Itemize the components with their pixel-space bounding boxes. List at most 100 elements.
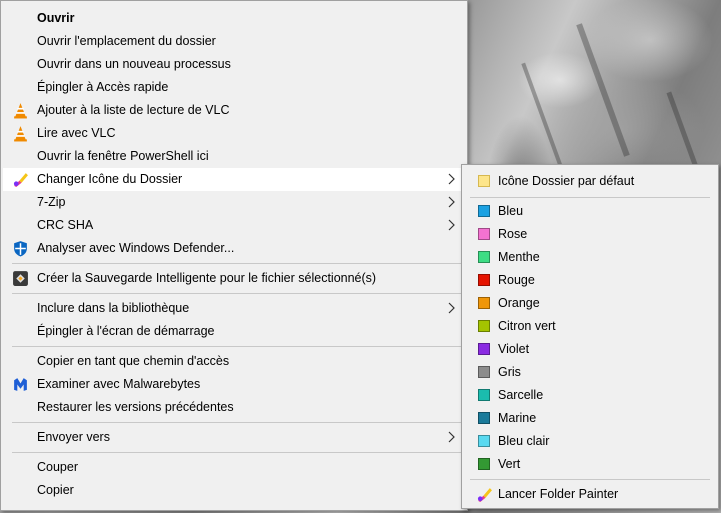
folder-color-submenu: Icône Dossier par défaut Bleu Rose Menth… (461, 164, 719, 509)
menu-item-label: 7-Zip (37, 195, 66, 209)
submenu-item-label: Violet (498, 342, 530, 356)
menu-item-label: Ouvrir la fenêtre PowerShell ici (37, 149, 209, 163)
submenu-item-label: Rouge (498, 273, 535, 287)
context-menu: Ouvrir Ouvrir l'emplacement du dossier O… (0, 0, 468, 511)
submenu-item-label: Bleu (498, 204, 524, 218)
menu-item-open-location[interactable]: Ouvrir l'emplacement du dossier (3, 30, 465, 53)
color-swatch-icon (478, 458, 490, 470)
color-swatch-icon (478, 297, 490, 309)
menu-item-ouvrir[interactable]: Ouvrir (3, 7, 465, 30)
submenu-item-label: Icône Dossier par défaut (498, 174, 635, 188)
menu-item-label: Ouvrir dans un nouveau processus (37, 57, 231, 71)
color-swatch-icon (478, 343, 490, 355)
menu-item-label: CRC SHA (37, 218, 94, 232)
menu-item-send-to[interactable]: Envoyer vers (3, 426, 465, 449)
color-swatch-icon (478, 366, 490, 378)
submenu-item-label: Citron vert (498, 319, 556, 333)
submenu-item-label: Sarcelle (498, 388, 544, 402)
menu-item-label: Lire avec VLC (37, 126, 116, 140)
submenu-item-launch-folder-painter[interactable]: Lancer Folder Painter (464, 483, 716, 506)
menu-item-7zip[interactable]: 7-Zip (3, 191, 465, 214)
menu-item-vlc-add-playlist[interactable]: Ajouter à la liste de lecture de VLC (3, 99, 465, 122)
menu-item-label: Épingler à l'écran de démarrage (37, 324, 215, 338)
menu-item-label: Copier (37, 483, 74, 497)
menu-item-label: Envoyer vers (37, 430, 110, 444)
menu-item-cut[interactable]: Couper (3, 456, 465, 479)
windows-defender-icon (14, 241, 27, 257)
submenu-color-rose[interactable]: Rose (464, 223, 716, 246)
menu-item-include-library[interactable]: Inclure dans la bibliothèque (3, 297, 465, 320)
chevron-right-icon (448, 219, 455, 231)
submenu-color-vert[interactable]: Vert (464, 453, 716, 476)
menu-item-label: Changer Icône du Dossier (37, 172, 183, 186)
menu-item-malwarebytes[interactable]: Examiner avec Malwarebytes (3, 373, 465, 396)
menu-item-powershell[interactable]: Ouvrir la fenêtre PowerShell ici (3, 145, 465, 168)
menu-item-restore-versions[interactable]: Restaurer les versions précédentes (3, 396, 465, 419)
menu-item-vlc-play[interactable]: Lire avec VLC (3, 122, 465, 145)
submenu-item-label: Marine (498, 411, 537, 425)
vlc-icon (14, 126, 27, 142)
chevron-right-icon (448, 173, 455, 185)
menu-item-change-folder-icon[interactable]: Changer Icône du Dossier (3, 168, 465, 191)
menu-item-label: Ouvrir l'emplacement du dossier (37, 34, 216, 48)
submenu-separator (470, 479, 710, 480)
submenu-color-marine[interactable]: Marine (464, 407, 716, 430)
menu-item-copy-path[interactable]: Copier en tant que chemin d'accès (3, 350, 465, 373)
color-swatch-icon (478, 435, 490, 447)
color-swatch-icon (478, 389, 490, 401)
menu-separator (12, 452, 465, 453)
submenu-item-label: Vert (498, 457, 521, 471)
submenu-color-citron-vert[interactable]: Citron vert (464, 315, 716, 338)
color-swatch-icon (478, 228, 490, 240)
malwarebytes-icon (14, 378, 27, 391)
menu-item-label: Ouvrir (37, 11, 75, 25)
folder-painter-icon (13, 173, 28, 187)
submenu-item-default-icon[interactable]: Icône Dossier par défaut (464, 170, 716, 193)
submenu-item-label: Lancer Folder Painter (498, 487, 619, 501)
submenu-color-bleu[interactable]: Bleu (464, 200, 716, 223)
chevron-right-icon (448, 431, 455, 443)
menu-item-label: Épingler à Accès rapide (37, 80, 169, 94)
color-swatch-icon (478, 412, 490, 424)
menu-item-label: Analyser avec Windows Defender... (37, 241, 235, 255)
menu-item-windows-defender[interactable]: Analyser avec Windows Defender... (3, 237, 465, 260)
color-swatch-icon (478, 205, 490, 217)
chevron-right-icon (448, 196, 455, 208)
menu-item-label: Inclure dans la bibliothèque (37, 301, 190, 315)
submenu-color-sarcelle[interactable]: Sarcelle (464, 384, 716, 407)
menu-item-pin-quick-access[interactable]: Épingler à Accès rapide (3, 76, 465, 99)
menu-item-label: Créer la Sauvegarde Intelligente pour le… (37, 271, 377, 285)
menu-item-crc-sha[interactable]: CRC SHA (3, 214, 465, 237)
menu-separator (12, 263, 465, 264)
backup-icon (13, 271, 28, 286)
menu-separator (12, 422, 465, 423)
menu-item-smart-backup[interactable]: Créer la Sauvegarde Intelligente pour le… (3, 267, 465, 290)
menu-item-label: Copier en tant que chemin d'accès (37, 354, 230, 368)
submenu-color-orange[interactable]: Orange (464, 292, 716, 315)
submenu-item-label: Gris (498, 365, 521, 379)
menu-item-label: Examiner avec Malwarebytes (37, 377, 201, 391)
submenu-color-gris[interactable]: Gris (464, 361, 716, 384)
menu-separator (12, 346, 465, 347)
menu-item-label: Couper (37, 460, 78, 474)
submenu-item-label: Bleu clair (498, 434, 550, 448)
submenu-color-violet[interactable]: Violet (464, 338, 716, 361)
color-swatch-icon (478, 274, 490, 286)
folder-painter-icon (477, 488, 492, 502)
color-swatch-icon (478, 251, 490, 263)
menu-item-label: Ajouter à la liste de lecture de VLC (37, 103, 230, 117)
submenu-color-rouge[interactable]: Rouge (464, 269, 716, 292)
submenu-item-label: Orange (498, 296, 540, 310)
menu-item-pin-start[interactable]: Épingler à l'écran de démarrage (3, 320, 465, 343)
submenu-item-label: Menthe (498, 250, 540, 264)
menu-item-label: Restaurer les versions précédentes (37, 400, 234, 414)
menu-item-open-new-process[interactable]: Ouvrir dans un nouveau processus (3, 53, 465, 76)
submenu-color-menthe[interactable]: Menthe (464, 246, 716, 269)
menu-item-copy[interactable]: Copier (3, 479, 465, 502)
submenu-item-label: Rose (498, 227, 528, 241)
color-swatch-icon (478, 320, 490, 332)
vlc-icon (14, 103, 27, 119)
submenu-separator (470, 197, 710, 198)
submenu-color-bleu-clair[interactable]: Bleu clair (464, 430, 716, 453)
chevron-right-icon (448, 302, 455, 314)
